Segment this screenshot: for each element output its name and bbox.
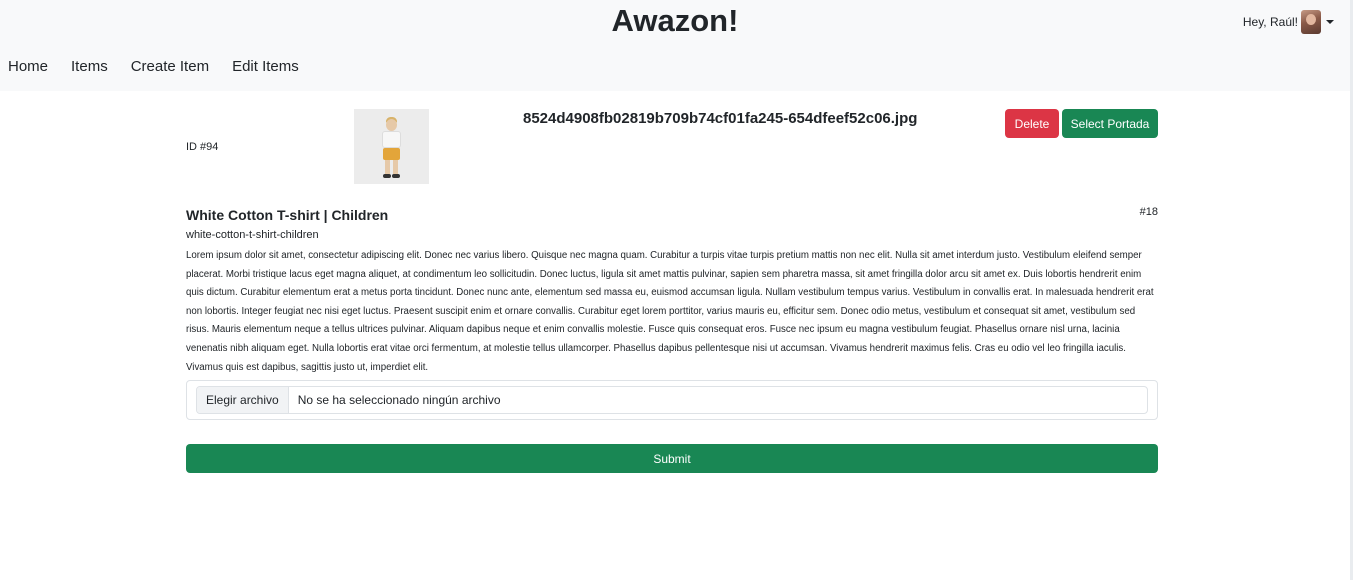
product-title: White Cotton T-shirt | Children [186,207,389,223]
product-image-thumbnail [354,109,429,184]
image-id-label: ID #94 [186,141,219,153]
delete-image-button[interactable]: Delete [1005,109,1059,138]
nav-link-items[interactable]: Items [71,58,108,75]
product-slug: white-cotton-t-shirt-children [186,229,319,241]
product-description: Lorem ipsum dolor sit amet, consectetur … [186,250,1154,373]
caret-down-icon [1326,20,1334,24]
product-details: White Cotton T-shirt | Children #18 whit… [186,206,1158,377]
nav-link-home[interactable]: Home [8,58,48,75]
select-portada-button[interactable]: Select Portada [1062,109,1158,138]
user-greeting: Hey, Raúl! [1242,15,1298,29]
navbar: Awazon! Hey, Raúl! Home Items Create Ite… [0,0,1350,91]
user-menu-dropdown[interactable]: Hey, Raúl! [1243,10,1334,34]
nav-link-create-item[interactable]: Create Item [131,58,209,75]
choose-file-button[interactable]: Elegir archivo [197,387,289,413]
file-input[interactable]: Elegir archivo No se ha seleccionado nin… [196,386,1148,414]
avatar [1301,10,1321,34]
nav-link-edit-items[interactable]: Edit Items [232,58,299,75]
file-upload-card: Elegir archivo No se ha seleccionado nin… [186,380,1158,420]
file-status-text: No se ha seleccionado ningún archivo [297,393,501,407]
brand-title[interactable]: Awazon! [0,3,1350,39]
edit-item-panel: ID #94 8524d4908fb02819b709b74cf01fa245-… [186,91,1158,473]
product-number: #18 [1139,206,1158,218]
image-filename: 8524d4908fb02819b709b74cf01fa245-654dfee… [523,110,918,127]
submit-button[interactable]: Submit [186,444,1158,473]
main-nav: Home Items Create Item Edit Items [8,58,322,75]
image-row: ID #94 8524d4908fb02819b709b74cf01fa245-… [186,91,1158,191]
